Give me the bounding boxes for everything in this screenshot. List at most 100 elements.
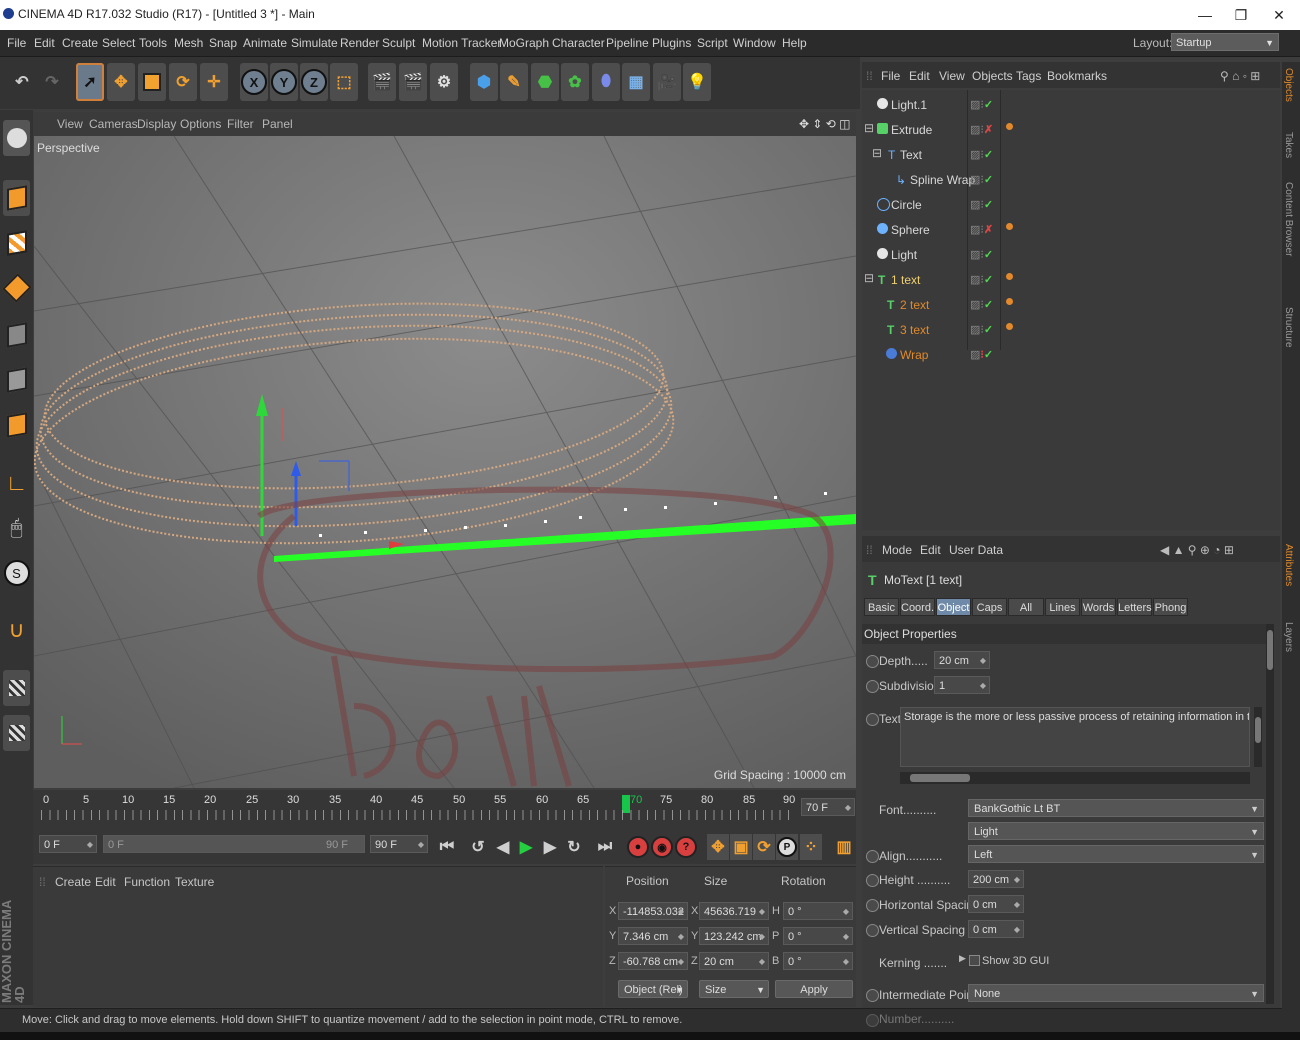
subdivision-animate-radio[interactable] — [866, 680, 879, 693]
restore-button[interactable]: ❐ — [1226, 4, 1256, 26]
object-row-wrap[interactable]: Wrap ▨⁝✓ — [862, 343, 1280, 367]
snap-icon[interactable]: S — [3, 555, 30, 591]
keyframe-selection-icon[interactable]: ? — [675, 834, 697, 860]
tab-phong[interactable]: Phong — [1153, 598, 1188, 616]
depth-animate-radio[interactable] — [866, 655, 879, 668]
go-to-end-icon[interactable]: ⏭ — [594, 834, 616, 860]
render-view-icon[interactable]: 🎬 — [368, 63, 396, 101]
menu-window[interactable]: Window — [733, 36, 776, 50]
viewport-menu-cameras[interactable]: Cameras — [89, 117, 138, 131]
depth-field[interactable]: 20 cm ◆ — [934, 651, 990, 669]
expand-minus-icon[interactable]: ⊟ — [864, 271, 874, 285]
interp-animate-radio[interactable] — [866, 989, 879, 1002]
menu-simulate[interactable]: Simulate — [291, 36, 338, 50]
next-key-icon[interactable]: ↻ — [563, 834, 585, 860]
side-tab-content-browser[interactable]: Content Browser — [1283, 182, 1294, 256]
visibility-toggle[interactable]: ▨⁝✓ — [970, 348, 998, 362]
key-scale-icon[interactable]: ▣ — [730, 834, 752, 860]
side-tab-objects[interactable]: Objects — [1283, 68, 1294, 102]
menu-select[interactable]: Select — [102, 36, 135, 50]
menu-snap[interactable]: Snap — [209, 36, 237, 50]
texture-mode-icon[interactable] — [3, 225, 30, 261]
text-input[interactable]: Storage is the more or less passive proc… — [900, 707, 1250, 767]
material-tag-icon[interactable] — [1006, 273, 1013, 280]
position-x-field[interactable]: -114853.032 c◆ — [618, 902, 688, 936]
object-row-extrude[interactable]: ⊟ Extrude ▨⁝✗ — [862, 118, 1280, 142]
menu-sculpt[interactable]: Sculpt — [382, 36, 415, 50]
object-name[interactable]: Sphere — [891, 223, 930, 237]
rotation-p-field[interactable]: 0 ° ◆ — [783, 927, 853, 945]
expand-minus-icon[interactable]: ⊟ — [872, 146, 882, 160]
om-menu-bookmarks[interactable]: Bookmarks — [1047, 69, 1107, 83]
menu-motion-tracker[interactable]: Motion Tracker — [422, 36, 501, 50]
tab-object[interactable]: Object — [936, 598, 971, 616]
om-search-icon[interactable]: ⚲ ⌂ ◦ ⊞ — [1220, 69, 1260, 83]
height-field[interactable]: 200 cm ◆ — [968, 870, 1024, 888]
menu-help[interactable]: Help — [782, 36, 807, 50]
text-horizontal-scrollbar[interactable] — [900, 772, 1250, 784]
menu-file[interactable]: File — [7, 36, 26, 50]
material-menu-edit[interactable]: Edit — [95, 875, 116, 889]
object-row-light-1[interactable]: Light.1 ▨⁝✓ — [862, 93, 1280, 117]
coordinate-system-icon[interactable]: ⬚ — [330, 63, 358, 101]
light-bulb-icon[interactable]: 💡 — [683, 63, 711, 101]
viewport-menu-panel[interactable]: Panel — [262, 117, 293, 131]
visibility-toggle[interactable]: ▨⁝✗ — [970, 223, 998, 237]
object-row-1-text[interactable]: ⊟ T 1 text ▨⁝✓ — [862, 268, 1280, 292]
tab-caps[interactable]: Caps — [972, 598, 1007, 616]
visibility-toggle[interactable]: ▨⁝✓ — [970, 298, 998, 312]
object-name[interactable]: 3 text — [900, 323, 929, 337]
menu-edit[interactable]: Edit — [34, 36, 55, 50]
vspacing-animate-radio[interactable] — [866, 924, 879, 937]
apply-button[interactable]: Apply — [775, 980, 853, 998]
scrollbar-thumb[interactable] — [1267, 630, 1273, 670]
viewport-menu-options[interactable]: Options — [180, 117, 221, 131]
3d-viewport[interactable]: Perspective Grid Spacing : 10000 cm — [34, 136, 856, 788]
vertical-spacing-field[interactable]: 0 cm ◆ — [968, 920, 1024, 938]
render-picture-viewer-icon[interactable]: 🎬 — [399, 63, 427, 101]
visibility-toggle[interactable]: ▨⁝✓ — [970, 323, 998, 337]
visibility-toggle[interactable]: ▨⁝✓ — [970, 273, 998, 287]
floor-icon[interactable]: ▦ — [622, 63, 650, 101]
menu-plugins[interactable]: Plugins — [652, 36, 691, 50]
material-tag-icon[interactable] — [1006, 223, 1013, 230]
position-z-field[interactable]: -60.768 cm ◆ — [618, 952, 688, 970]
axis-mode-icon[interactable]: ∟ — [3, 465, 30, 501]
record-keys-icon[interactable]: ● — [627, 834, 649, 860]
cube-primitive-icon[interactable]: ⬢ — [470, 63, 498, 101]
menu-animate[interactable]: Animate — [243, 36, 287, 50]
material-menu-function[interactable]: Function — [124, 875, 170, 889]
edges-mode-icon[interactable] — [3, 362, 30, 398]
magnet-icon[interactable]: ∪ — [3, 612, 30, 648]
redo-icon[interactable]: ↷ — [38, 63, 66, 101]
deformer-icon[interactable]: ⬮ — [592, 63, 620, 101]
minimize-button[interactable]: — — [1190, 4, 1220, 26]
object-row-3-text[interactable]: T 3 text ▨⁝✓ — [862, 318, 1280, 342]
object-row-sphere[interactable]: Sphere ▨⁝✗ — [862, 218, 1280, 242]
go-to-start-icon[interactable]: ⏮ — [436, 834, 458, 860]
close-button[interactable]: ✕ — [1264, 4, 1294, 26]
om-menu-file[interactable]: File — [881, 69, 900, 83]
previous-frame-icon[interactable]: ◀ — [492, 834, 514, 860]
height-animate-radio[interactable] — [866, 874, 879, 887]
object-name[interactable]: 2 text — [900, 298, 929, 312]
text-animate-radio[interactable] — [866, 713, 879, 726]
show-3d-gui-checkbox[interactable] — [969, 955, 980, 966]
object-row-2-text[interactable]: T 2 text ▨⁝✓ — [862, 293, 1280, 317]
object-row-circle[interactable]: Circle ▨⁝✓ — [862, 193, 1280, 217]
key-pla-icon[interactable]: ⁘ — [800, 834, 822, 860]
object-name[interactable]: Light.1 — [891, 98, 927, 112]
menu-create[interactable]: Create — [62, 36, 98, 50]
om-menu-objects[interactable]: Objects — [972, 69, 1013, 83]
object-name[interactable]: 1 text — [891, 273, 920, 287]
undo-icon[interactable]: ↶ — [8, 63, 36, 101]
menu-tools[interactable]: Tools — [139, 36, 167, 50]
size-x-field[interactable]: 45636.719 cm◆ — [699, 902, 769, 936]
rotate-tool-icon[interactable]: ⟳ — [169, 63, 197, 101]
intermediate-points-dropdown[interactable]: None ▼ — [968, 984, 1264, 1002]
tab-letters[interactable]: Letters — [1117, 598, 1152, 616]
side-tab-structure[interactable]: Structure — [1283, 307, 1294, 348]
material-menu-create[interactable]: Create — [55, 875, 91, 889]
menu-mograph[interactable]: MoGraph — [499, 36, 549, 50]
play-icon[interactable]: ▶ — [515, 834, 537, 860]
